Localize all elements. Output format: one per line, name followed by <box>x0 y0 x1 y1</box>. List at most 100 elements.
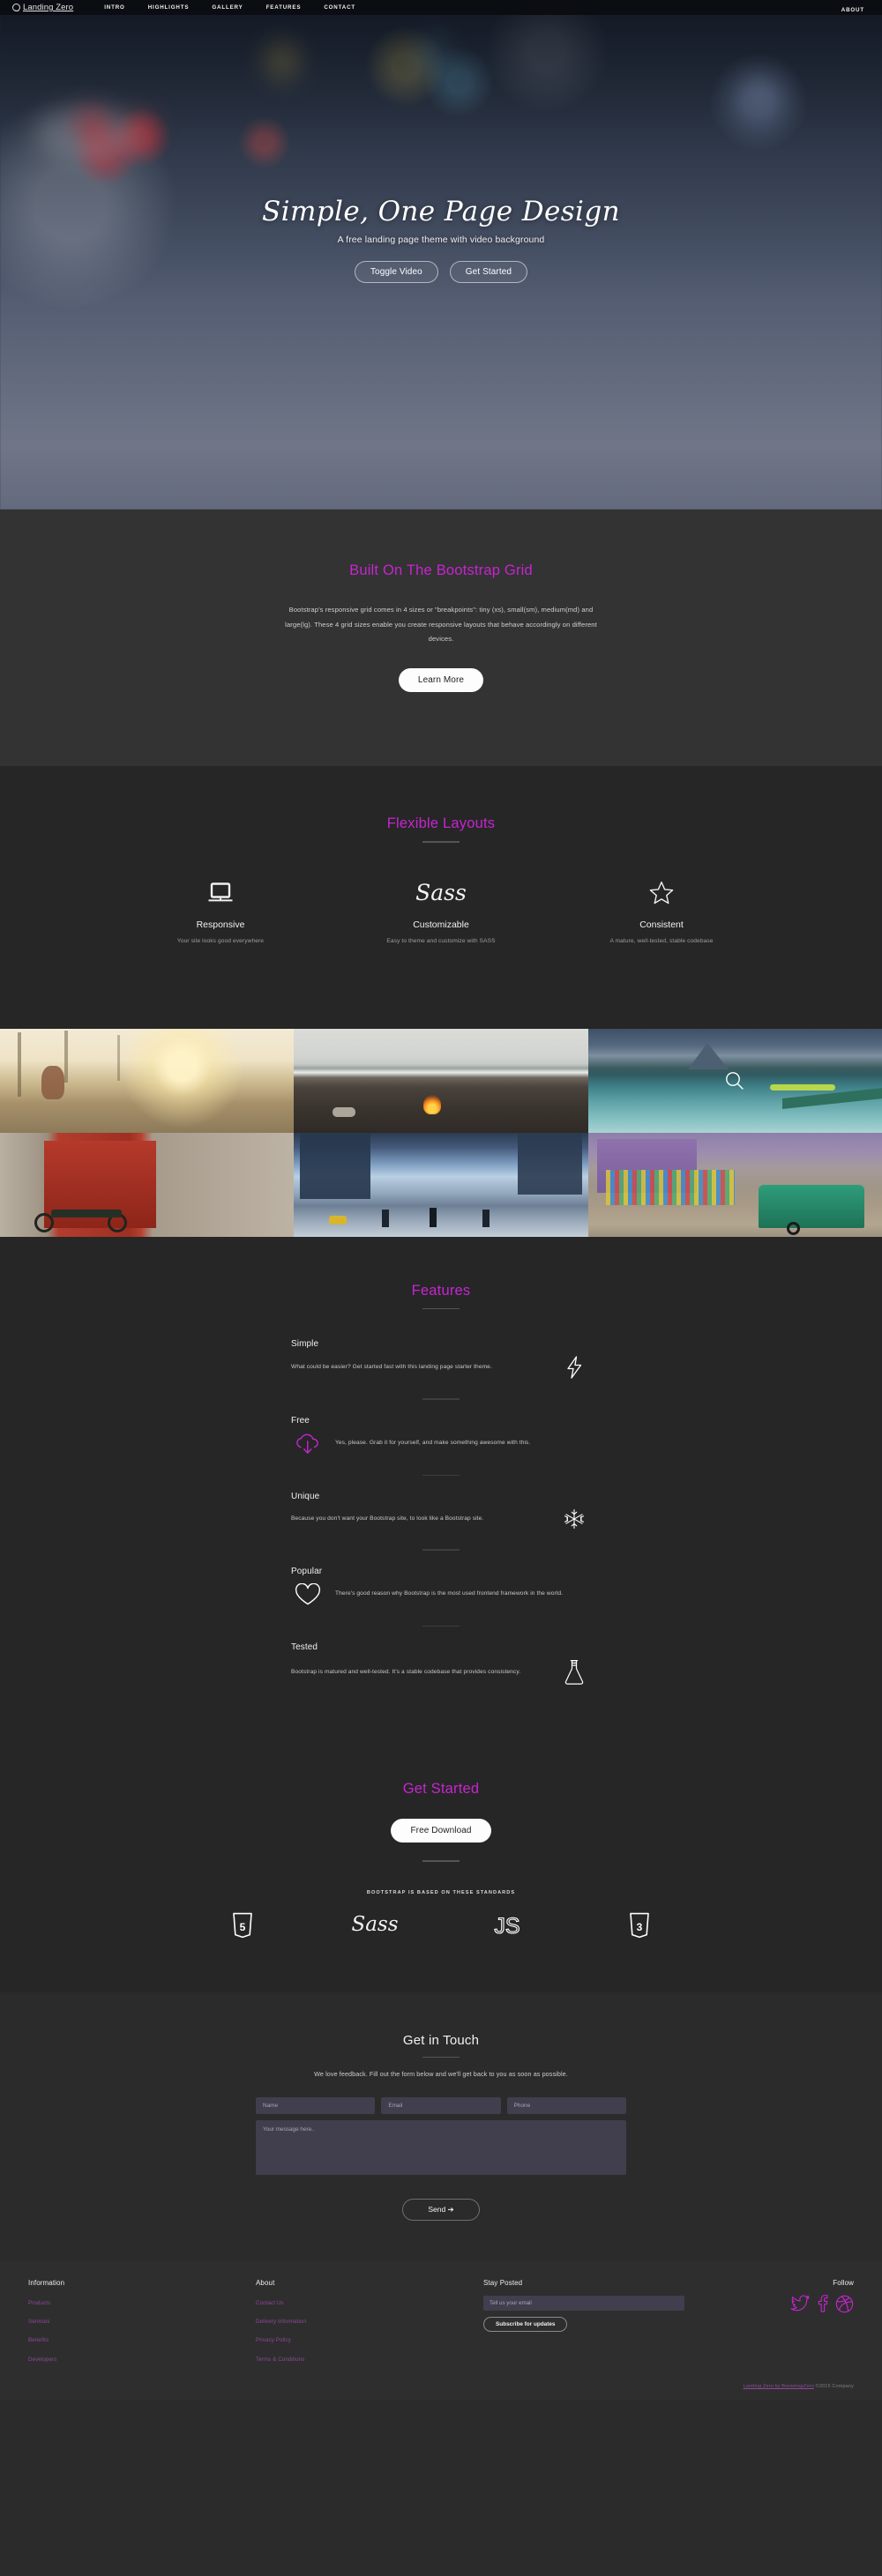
newsletter-email-input[interactable] <box>483 2296 684 2312</box>
footer-link-services[interactable]: Services <box>28 2319 50 2325</box>
svg-text:5: 5 <box>240 1921 246 1933</box>
contact-section: Get in Touch We love feedback. Fill out … <box>0 1992 882 2262</box>
grid-section-body: Bootstrap's responsive grid comes in 4 s… <box>285 606 597 644</box>
gallery-tile-motorbike[interactable] <box>0 1132 295 1237</box>
facebook-f-icon[interactable] <box>817 2295 828 2315</box>
javascript-js-icon: JS <box>441 1908 573 1943</box>
footer-link-terms-conditions[interactable]: Terms & Conditions <box>256 2356 304 2363</box>
footer-column-title: Follow <box>833 2279 854 2288</box>
contact-subtitle: We love feedback. Fill out the form belo… <box>314 2070 568 2079</box>
footer-column-stay-posted: Stay Posted Subscribe for updates <box>483 2279 759 2368</box>
footer-link-benefits[interactable]: Benefits <box>28 2337 49 2343</box>
footer-column-information: Information Products Services Benefits D… <box>28 2279 256 2368</box>
social-links <box>759 2295 854 2315</box>
column-title: Responsive <box>196 919 245 930</box>
feature-title: Free <box>291 1415 310 1426</box>
subscribe-button[interactable]: Subscribe for updates <box>483 2317 568 2333</box>
feature-text: There's good reason why Bootstrap is the… <box>335 1590 564 1597</box>
column-title: Customizable <box>413 919 469 930</box>
dribbble-ball-icon[interactable] <box>835 2295 854 2315</box>
hanging-clothes <box>605 1170 736 1206</box>
magnifier-icon[interactable] <box>724 1070 745 1091</box>
feature-columns: Responsive Your site looks good everywhe… <box>0 876 882 944</box>
footer-column-title: Information <box>28 2279 65 2288</box>
free-download-button[interactable]: Free Download <box>391 1819 491 1843</box>
gallery-tile-city-crosswalk[interactable] <box>294 1132 588 1237</box>
feature-body: Because you don't want your Bootstrap si… <box>291 1508 591 1530</box>
nav-item-highlights[interactable]: HIGHLIGHTS <box>137 4 201 11</box>
secondary-nav: ABOUT <box>841 0 870 16</box>
divider <box>422 1474 460 1477</box>
motorbike-silhouette <box>29 1197 164 1234</box>
contact-form: Send ➔ <box>256 2097 626 2222</box>
flexible-layouts-section: Flexible Layouts Responsive Your site lo… <box>0 766 882 1029</box>
hero-subtitle: A free landing page theme with video bac… <box>337 235 545 245</box>
footer-link-products[interactable]: Products <box>28 2300 50 2306</box>
green-canoe <box>770 1084 835 1091</box>
list-item: Delivery Information <box>256 2312 483 2327</box>
message-textarea[interactable] <box>256 2120 626 2176</box>
feature-item-free: Free Yes, please. Grab it for yourself, … <box>291 1416 591 1459</box>
toggle-video-button[interactable]: Toggle Video <box>354 261 438 283</box>
flexible-heading: Flexible Layouts <box>386 815 496 832</box>
footer-link-delivery-information[interactable]: Delivery Information <box>256 2319 306 2325</box>
get-started-heading: Get Started <box>402 1781 480 1798</box>
hero-buttons: Toggle Video Get Started <box>0 261 882 283</box>
flask-icon <box>557 1659 591 1686</box>
nav-item-gallery[interactable]: GALLERY <box>200 4 254 11</box>
footer-link-contact-us[interactable]: Contact Us <box>256 2300 284 2306</box>
pedestrian <box>429 1207 437 1227</box>
contact-heading: Get in Touch <box>402 2032 480 2048</box>
twitter-bird-icon[interactable] <box>790 2295 810 2315</box>
divider <box>422 1549 460 1551</box>
gallery-tile-market-rickshaw[interactable] <box>587 1132 882 1237</box>
gallery-section <box>0 1028 882 1237</box>
taxi-car <box>329 1216 348 1225</box>
svg-text:3: 3 <box>637 1921 643 1933</box>
nav-item-features[interactable]: FEATURES <box>255 4 313 11</box>
heart-outline-icon <box>291 1582 325 1606</box>
pedestrian <box>482 1209 490 1227</box>
footer-link-developers[interactable]: Developers <box>28 2356 56 2363</box>
list-item: Terms & Conditions <box>256 2349 483 2365</box>
list-item: Privacy Policy <box>256 2330 483 2346</box>
contact-form-row <box>256 2097 626 2115</box>
learn-more-button[interactable]: Learn More <box>398 668 484 693</box>
divider <box>422 1307 460 1310</box>
nav-item-contact[interactable]: CONTACT <box>312 4 367 11</box>
gallery-tile-deer[interactable] <box>0 1028 295 1133</box>
auto-rickshaw <box>759 1184 864 1229</box>
nav-item-about[interactable]: ABOUT <box>841 7 870 13</box>
list-item: Contact Us <box>256 2293 483 2309</box>
footer-link-privacy-policy[interactable]: Privacy Policy <box>256 2337 291 2343</box>
building-left <box>299 1132 370 1200</box>
list-item: Products <box>28 2293 256 2309</box>
copyright-link[interactable]: Landing Zero by BootstrapZero <box>744 2384 814 2389</box>
phone-input[interactable] <box>506 2097 626 2115</box>
get-started-button[interactable]: Get Started <box>449 261 528 283</box>
footer-column-follow: Follow <box>759 2279 854 2368</box>
svg-text:JS: JS <box>494 1914 519 1939</box>
brand-logo[interactable]: Landing Zero <box>12 3 73 12</box>
html5-shield-icon: 5 <box>176 1908 309 1943</box>
feature-item-simple: Simple What could be easier? Get started… <box>291 1339 591 1382</box>
tree-trunk <box>64 1030 69 1083</box>
snowflake-icon <box>557 1508 591 1530</box>
campfire-flame <box>422 1095 441 1115</box>
laptop-icon <box>110 876 331 910</box>
nav-item-intro[interactable]: INTRO <box>93 4 137 11</box>
rickshaw-wheel <box>786 1222 800 1236</box>
gallery-tile-beach-fire[interactable] <box>294 1028 588 1133</box>
send-button[interactable]: Send ➔ <box>402 2199 480 2222</box>
divider <box>422 1860 460 1862</box>
feature-item-tested: Tested Bootstrap is matured and well-tes… <box>291 1642 591 1689</box>
features-heading: Features <box>411 1282 471 1299</box>
footer-column-about: About Contact Us Delivery Information Pr… <box>256 2279 483 2368</box>
grid-section-heading: Built On The Bootstrap Grid <box>349 562 533 578</box>
feature-title: Unique <box>291 1492 320 1502</box>
gallery-tile-mountain-lake[interactable] <box>587 1028 882 1133</box>
email-input[interactable] <box>381 2097 501 2115</box>
feature-body: What could be easier? Get started fast w… <box>291 1356 591 1379</box>
name-input[interactable] <box>256 2097 376 2115</box>
divider <box>422 2056 460 2059</box>
